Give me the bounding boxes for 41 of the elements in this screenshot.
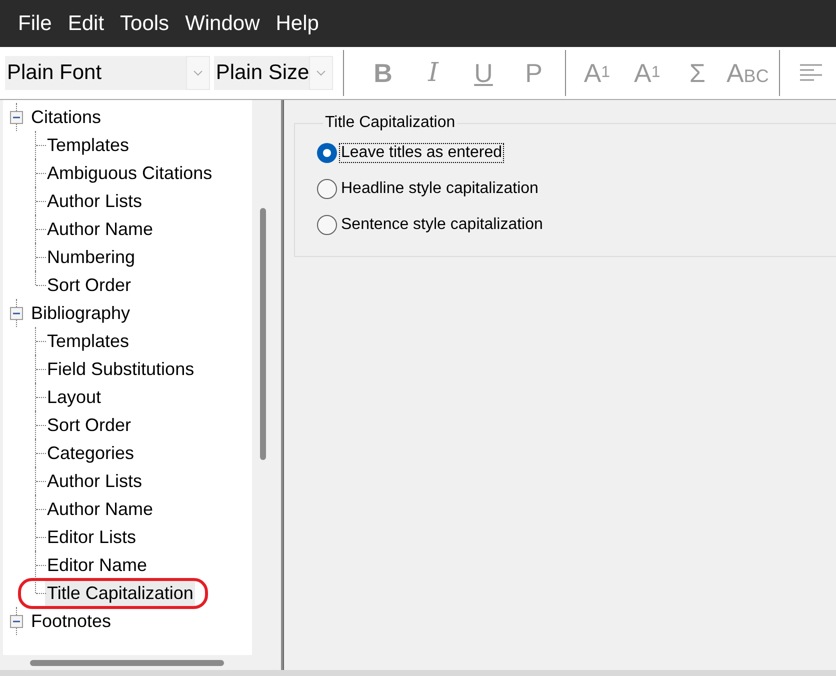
collapse-icon[interactable] <box>10 306 23 320</box>
tree-item[interactable]: Numbering <box>45 244 138 270</box>
collapse-icon[interactable] <box>10 110 23 124</box>
menu-item[interactable]: Help <box>268 12 327 36</box>
tree-item[interactable]: Author Name <box>45 216 156 242</box>
tree-item[interactable]: Layout <box>45 384 104 410</box>
collapse-icon[interactable] <box>10 614 23 628</box>
font-dropdown[interactable]: Plain Font <box>5 56 210 90</box>
radio-label[interactable]: Headline style capitalization <box>339 179 540 199</box>
tree-item[interactable]: Citations <box>29 104 104 130</box>
size-dropdown[interactable]: Plain Size <box>214 56 334 90</box>
radio-label[interactable]: Sentence style capitalization <box>339 215 545 235</box>
tree-item[interactable]: Bibliography <box>29 300 132 326</box>
radio-button[interactable] <box>317 143 337 163</box>
tree-item[interactable]: Templates <box>45 328 132 354</box>
tree-item[interactable]: Author Lists <box>45 468 144 494</box>
tree-item[interactable]: Author Name <box>45 496 156 522</box>
tree-item[interactable]: Templates <box>45 132 132 158</box>
align-left-icon <box>798 63 823 83</box>
scrollbar-thumb[interactable] <box>30 660 224 666</box>
tree-item[interactable]: Ambiguous Citations <box>45 160 214 186</box>
tree-item[interactable]: Title Capitalization <box>45 580 196 606</box>
menu-item[interactable]: Window <box>177 12 268 36</box>
menu-item[interactable]: File <box>10 12 60 36</box>
tree-item[interactable]: Editor Lists <box>45 524 138 550</box>
radio-label[interactable]: Leave titles as entered <box>339 143 504 163</box>
tree-item[interactable]: Editor Name <box>45 552 150 578</box>
scrollbar-thumb[interactable] <box>260 208 266 460</box>
radio-button[interactable] <box>317 179 337 199</box>
chevron-down-icon <box>192 70 203 76</box>
tree-item[interactable]: Author Lists <box>45 188 144 214</box>
menu-item[interactable]: Tools <box>112 12 178 36</box>
tree-item[interactable]: Footnotes <box>29 608 114 634</box>
tree-item[interactable]: Categories <box>45 440 136 466</box>
menu-item[interactable]: Edit <box>60 12 112 36</box>
chevron-down-icon <box>316 70 326 76</box>
tree-item[interactable]: Field Substitutions <box>45 356 196 382</box>
tree-item[interactable]: Sort Order <box>45 412 134 438</box>
tree-item[interactable]: Sort Order <box>45 272 134 298</box>
group-title: Title Capitalization <box>324 114 456 132</box>
radio-button[interactable] <box>317 215 337 235</box>
